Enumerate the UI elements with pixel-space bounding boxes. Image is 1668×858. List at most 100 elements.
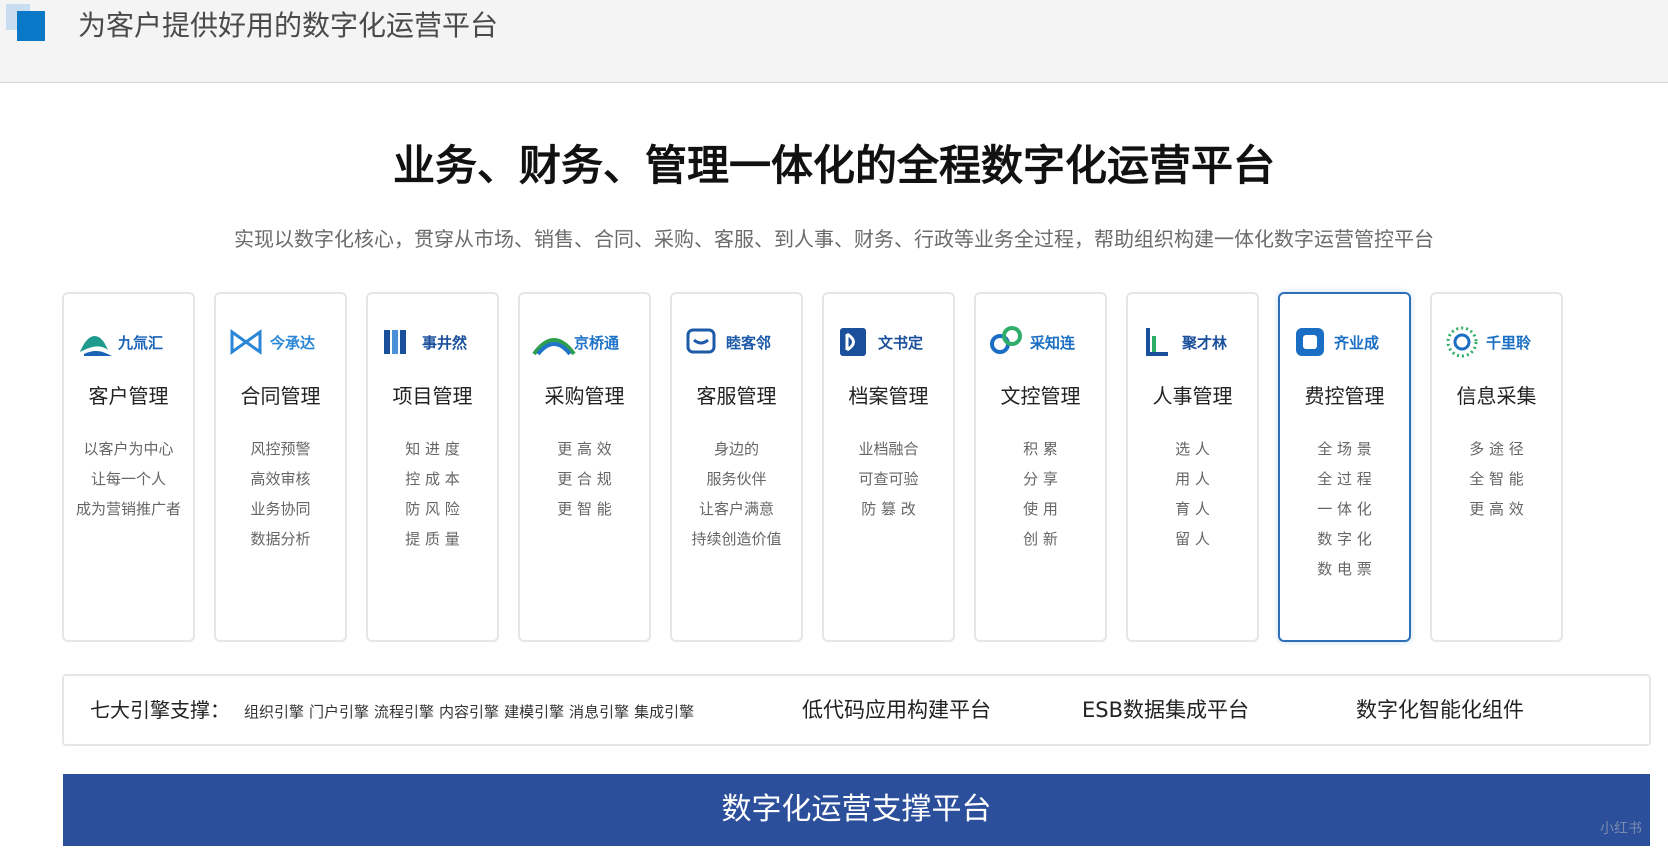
engine-item: 流程引擎 [374, 703, 435, 721]
card-feature-line: 让客户满意 [698, 500, 774, 518]
brand-name: 九氚汇 [117, 334, 163, 352]
card-feature-line: 用 人 [1175, 470, 1210, 488]
product-card-10[interactable]: 千里聆信息采集多 途 径全 智 能更 高 效 [1430, 292, 1563, 642]
brand-name: 齐业成 [1334, 334, 1379, 352]
card-feature-line: 积 累 [1023, 440, 1058, 458]
card-feature-line: 防 篡 改 [861, 500, 916, 518]
card-title: 项目管理 [392, 384, 473, 408]
card-title: 客户管理 [88, 384, 169, 408]
card-feature-line: 更 高 效 [557, 440, 612, 458]
card-feature-line: 知 进 度 [405, 440, 460, 458]
brand-logo: 千里聆 [1432, 322, 1561, 362]
card-features: 身边的服务伙伴让客户满意持续创造价值 [672, 434, 801, 554]
card-feature-line: 数 电 票 [1317, 560, 1372, 578]
page-subtitle: 实现以数字化核心，贯穿从市场、销售、合同、采购、客服、到人事、财务、行政等业务全… [234, 227, 1434, 251]
arch-logo-icon: 京桥通 [531, 334, 619, 356]
brand-name: 文书定 [878, 334, 923, 352]
brand-name: 采知连 [1029, 334, 1076, 352]
brand-name: 今承达 [269, 334, 315, 352]
card-features: 更 高 效更 合 规更 智 能 [520, 434, 649, 524]
product-card-6[interactable]: 文书定档案管理业档融合可查可验防 篡 改 [822, 292, 955, 642]
platform-esb[interactable]: ESB数据集成平台 [1082, 696, 1249, 724]
chat-logo-icon: 睦客邻 [686, 328, 771, 354]
bowtie-logo-icon: 今承达 [230, 329, 315, 355]
card-feature-line: 业档融合 [858, 440, 919, 458]
dots-logo-icon: 千里聆 [1446, 326, 1532, 358]
header-title: 为客户提供好用的数字化运营平台 [78, 9, 499, 42]
card-features: 选 人用 人育 人留 人 [1128, 434, 1257, 554]
support-platform-bar[interactable]: 数字化运营支撑平台 [63, 774, 1650, 846]
brand-name: 事井然 [422, 334, 467, 352]
square-logo-icon: 齐业成 [1295, 328, 1379, 356]
header-square-icon [17, 11, 45, 41]
card-feature-line: 更 智 能 [557, 500, 612, 518]
brand-logo: 事井然 [368, 322, 497, 362]
brand-name: 睦客邻 [726, 334, 771, 352]
engine-item: 内容引擎 [439, 703, 500, 721]
card-features: 多 途 径全 智 能更 高 效 [1432, 434, 1561, 524]
brand-name: 千里聆 [1486, 334, 1532, 352]
card-title: 信息采集 [1456, 384, 1537, 408]
watermark: 小红书 [1600, 821, 1642, 837]
product-card-8[interactable]: 聚才林 人事管理选 人用 人育 人留 人 [1126, 292, 1259, 642]
card-feature-line: 数 字 化 [1317, 530, 1372, 548]
brand-logo: 睦客邻 [672, 322, 801, 362]
engine-list: 组织引擎 门户引擎 流程引擎 内容引擎 建模引擎 消息引擎 集成引擎 [244, 700, 699, 724]
card-feature-line: 全 过 程 [1317, 470, 1372, 488]
engine-item: 组织引擎 [244, 703, 305, 721]
engines-panel: 七大引擎支撑： 组织引擎 门户引擎 流程引擎 内容引擎 建模引擎 消息引擎 集成引擎 低代码… [62, 674, 1651, 746]
card-feature-line: 创 新 [1023, 530, 1058, 548]
card-feature-line: 服务伙伴 [706, 470, 767, 488]
card-feature-line: 业务协同 [250, 500, 311, 518]
card-feature-line: 以客户为中心 [83, 440, 174, 458]
platform-components[interactable]: 数字化智能化组件 [1356, 696, 1524, 724]
product-card-3[interactable]: 事井然项目管理知 进 度控 成 本防 风 险提 质 量 [366, 292, 499, 642]
brand-logo: 采知连 [976, 322, 1105, 362]
brand-logo: 九氚汇 [64, 322, 193, 362]
card-feature-line: 控 成 本 [405, 470, 460, 488]
grid-logo-icon: 事井然 [383, 330, 467, 354]
card-features: 风控预警 高效审核 业务协同 数据分析 [216, 434, 345, 554]
card-feature-line: 多 途 径 [1469, 440, 1524, 458]
card-feature-line: 高效审核 [250, 470, 311, 488]
card-features: 以客户为中心 让每一个人 成为营销推广者 [64, 434, 193, 524]
engine-item: 门户引擎 [309, 703, 370, 721]
doc-logo-icon: 文书定 [839, 328, 923, 356]
card-feature-line: 选 人 [1175, 440, 1210, 458]
card-feature-line: 更 合 规 [557, 470, 612, 488]
brand-logo: 京桥通 [520, 322, 649, 362]
product-card-2[interactable]: 今承达 合同管理 风控预警 高效审核 业务协同 数据分析 [214, 292, 347, 642]
card-feature-line: 防 风 险 [405, 500, 460, 518]
product-card-1[interactable]: 九氚汇客户管理以客户为中心 让每一个人 成为营销推广者 [62, 292, 195, 642]
card-feature-line: 提 质 量 [405, 530, 460, 548]
page-title: 业务、财务、管理一体化的全程数字化运营平台 [392, 141, 1275, 190]
brand-logo: 齐业成 [1280, 322, 1409, 362]
product-cards: 九氚汇客户管理以客户为中心 让每一个人 成为营销推广者 今承达合同管理风控预警高效审核… [62, 292, 1652, 652]
brand-logo: 今承达 [216, 322, 345, 362]
card-title: 文控管理 [1000, 384, 1081, 408]
brand-logo: 文书定 [824, 322, 953, 362]
card-title: 档案管理 [848, 384, 929, 408]
swoosh-logo-icon: 九氚汇 [79, 334, 163, 356]
brand-name: 京桥通 [574, 334, 619, 352]
card-feature-line: 风控预警 [250, 440, 311, 458]
card-feature-line: 可查可验 [858, 470, 919, 488]
card-title: 合同管理 [240, 384, 321, 408]
card-feature-line: 更 高 效 [1469, 500, 1524, 518]
top-header: 为客户提供好用的数字化运营平台 [0, 0, 1668, 83]
brand-name: 聚才林 [1181, 334, 1228, 352]
card-title: 费控管理 [1304, 384, 1385, 408]
engine-item: 消息引擎 [569, 703, 630, 721]
card-feature-line: 成为营销推广者 [75, 500, 181, 518]
product-card-7[interactable]: 采知连 文控管理积 累分 享使 用创 新 [974, 292, 1107, 642]
card-feature-line: 持续创造价值 [691, 530, 782, 548]
platform-lowcode[interactable]: 低代码应用构建平台 [802, 696, 991, 724]
card-feature-line: 留 人 [1175, 530, 1210, 548]
card-feature-line: 育 人 [1175, 500, 1210, 518]
product-card-9[interactable]: 齐业成 费控管理全 场 景全 过 程一 体 化数 字 化数 电 票 [1278, 292, 1411, 642]
rings-logo-icon: 采知连 [989, 326, 1076, 354]
product-card-4[interactable]: 京桥通 采购管理更 高 效更 合 规更 智 能 [518, 292, 651, 642]
brand-logo: 聚才林 [1128, 322, 1257, 362]
product-card-5[interactable]: 睦客邻 客服管理 身边的 服务伙伴 让客户满意 持续创造价值 [670, 292, 803, 642]
card-feature-line: 身边的 [713, 440, 759, 458]
